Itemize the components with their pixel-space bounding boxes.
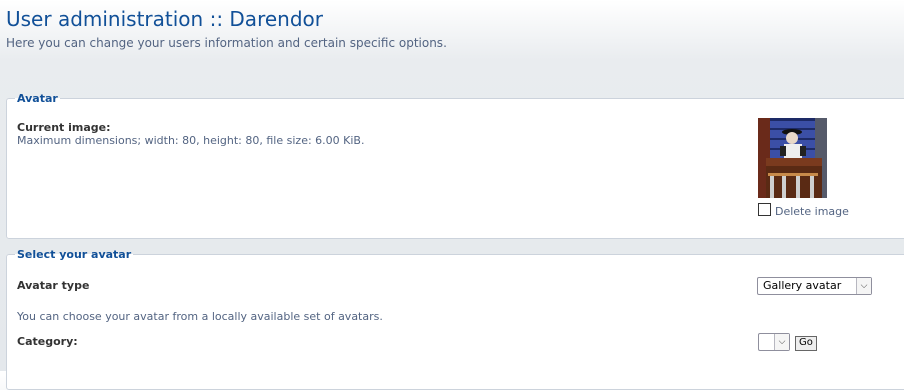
go-button[interactable]: Go — [795, 336, 817, 351]
chevron-down-icon[interactable]: ⌵ — [856, 278, 871, 294]
avatar-type-select[interactable]: Gallery avatar ⌵ — [757, 277, 872, 295]
avatar-legend: Avatar — [17, 92, 58, 105]
avatar-type-label: Avatar type — [17, 279, 90, 292]
category-label: Category: — [17, 335, 78, 348]
avatar-picture-icon — [758, 118, 827, 198]
gallery-explain: You can choose your avatar from a locall… — [17, 310, 383, 323]
avatar-type-select-value[interactable]: Gallery avatar — [763, 279, 841, 293]
page-title: User administration :: Darendor — [6, 7, 323, 31]
select-avatar-legend: Select your avatar — [17, 248, 132, 261]
current-image-label: Current image: — [17, 121, 111, 134]
chevron-down-icon[interactable]: ⌵ — [774, 334, 789, 350]
avatar-image — [758, 118, 827, 198]
current-image-explain: Maximum dimensions; width: 80, height: 8… — [17, 134, 365, 147]
delete-image-label[interactable]: Delete image — [775, 205, 849, 219]
category-select[interactable]: ⌵ — [758, 333, 790, 351]
page-description: Here you can change your users informati… — [6, 36, 447, 50]
delete-image-checkbox[interactable] — [758, 203, 771, 216]
